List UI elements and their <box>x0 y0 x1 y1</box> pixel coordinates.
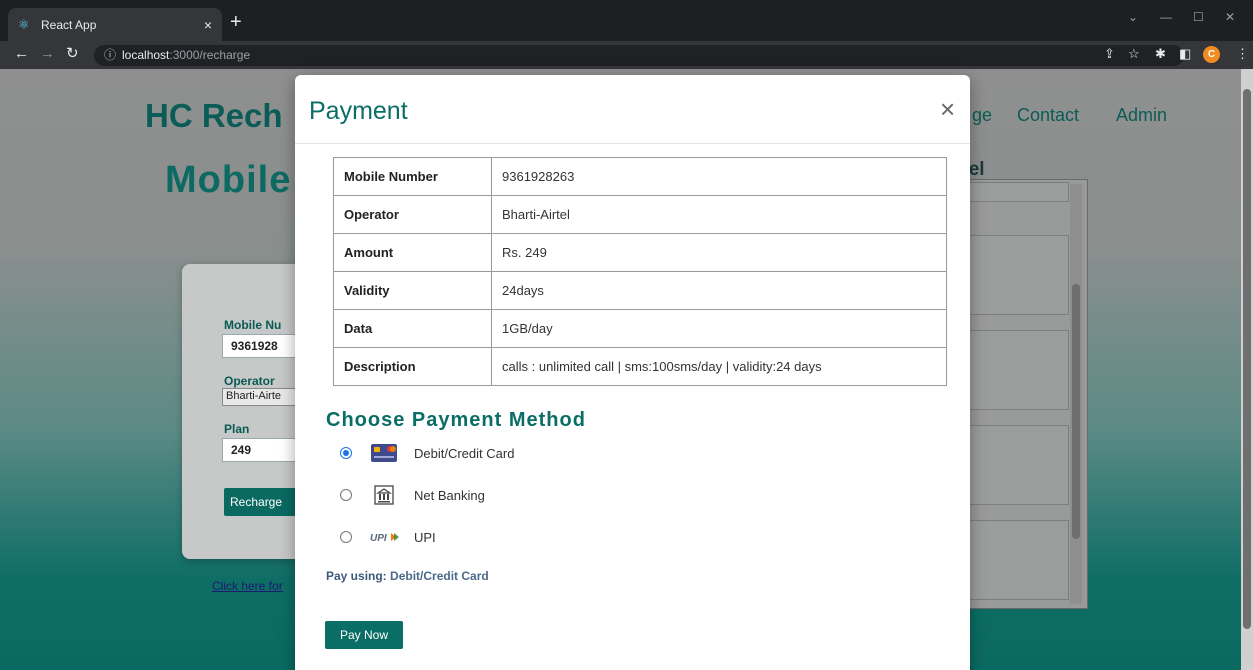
forward-icon[interactable]: → <box>40 46 55 62</box>
bank-icon <box>366 484 402 506</box>
site-info-icon[interactable]: ⓘ <box>104 48 116 62</box>
side-panel-icon[interactable]: ◧ <box>1179 46 1191 62</box>
payment-modal: Payment × Mobile Number 9361928263 Opera… <box>295 75 970 670</box>
detail-key: Description <box>333 347 492 386</box>
minimize-icon[interactable]: — <box>1160 10 1172 24</box>
plans-scrollbar-thumb[interactable] <box>1072 284 1080 539</box>
nav-admin[interactable]: Admin <box>1116 105 1167 126</box>
detail-value: 9361928263 <box>491 157 947 196</box>
payment-option-label: UPI <box>414 529 436 545</box>
tab-search-icon[interactable]: ⌄ <box>1128 10 1138 24</box>
page-scrollbar-thumb[interactable] <box>1243 89 1251 629</box>
list-item[interactable] <box>969 182 1069 202</box>
netbanking-radio[interactable] <box>340 489 352 501</box>
detail-value: Bharti-Airtel <box>491 195 947 234</box>
credit-card-icon <box>366 442 402 464</box>
plan-label: Plan <box>224 422 250 436</box>
extensions-icon[interactable]: ✱ <box>1155 46 1166 62</box>
list-item[interactable] <box>969 330 1069 410</box>
close-icon[interactable]: × <box>940 96 955 122</box>
share-icon[interactable]: ⇪ <box>1104 46 1115 62</box>
pay-now-button[interactable]: Pay Now <box>325 621 403 649</box>
payment-option-upi[interactable]: UPI UPI <box>340 525 436 549</box>
list-item[interactable] <box>969 520 1069 600</box>
react-favicon-icon: ⚛ <box>18 16 30 32</box>
payment-option-netbanking[interactable]: Net Banking <box>340 483 485 507</box>
table-row: Mobile Number 9361928263 <box>333 157 947 196</box>
detail-key: Amount <box>333 233 492 272</box>
operator-label: Operator <box>224 374 275 388</box>
back-icon[interactable]: ← <box>14 46 29 62</box>
payment-option-card[interactable]: Debit/Credit Card <box>340 441 514 465</box>
plans-list <box>958 179 1088 609</box>
table-row: Amount Rs. 249 <box>333 233 947 272</box>
profile-avatar[interactable]: C <box>1203 46 1220 63</box>
window-close-icon[interactable]: ✕ <box>1225 10 1235 24</box>
menu-icon[interactable]: ⋮ <box>1236 46 1249 62</box>
detail-key: Operator <box>333 195 492 234</box>
pay-using-label: Pay using: <box>326 569 387 583</box>
new-tab-button[interactable]: + <box>230 12 242 32</box>
mobile-label: Mobile Nu <box>224 318 282 332</box>
tab-title: React App <box>41 17 97 32</box>
payment-method-heading: Choose Payment Method <box>326 409 586 431</box>
pay-using-summary: Pay using: Debit/Credit Card <box>326 569 489 583</box>
table-row: Validity 24days <box>333 271 947 310</box>
bookmark-star-icon[interactable]: ☆ <box>1128 46 1140 62</box>
modal-header: Payment × <box>295 75 970 144</box>
click-here-link[interactable]: Click here for <box>212 579 283 593</box>
address-toolbar: ← → ↻ ⓘ localhost:3000/recharge ⇪ ☆ ✱ ◧ C… <box>0 41 1253 69</box>
detail-value: 24days <box>491 271 947 310</box>
detail-value: Rs. 249 <box>491 233 947 272</box>
detail-key: Data <box>333 309 492 348</box>
nav-contact[interactable]: Contact <box>1017 105 1079 126</box>
table-row: Operator Bharti-Airtel <box>333 195 947 234</box>
detail-value: 1GB/day <box>491 309 947 348</box>
page-heading: Mobile <box>165 159 292 201</box>
url-host: localhost <box>122 48 170 62</box>
payment-option-label: Debit/Credit Card <box>414 445 515 461</box>
payment-option-label: Net Banking <box>414 487 485 503</box>
table-row: Data 1GB/day <box>333 309 947 348</box>
brand-title: HC Rech <box>145 97 283 134</box>
tab-close-icon[interactable]: × <box>204 17 212 33</box>
modal-title: Payment <box>309 97 408 125</box>
nav-item-partial[interactable]: ge <box>972 105 992 126</box>
detail-value: calls : unlimited call | sms:100sms/day … <box>491 347 947 386</box>
browser-tab[interactable]: ⚛ React App × <box>8 8 222 41</box>
url-bar[interactable]: ⓘ localhost:3000/recharge <box>94 45 1184 66</box>
maximize-icon[interactable]: ☐ <box>1193 10 1204 24</box>
detail-key: Validity <box>333 271 492 310</box>
reload-icon[interactable]: ↻ <box>66 46 79 62</box>
list-item[interactable] <box>969 235 1069 315</box>
svg-text:UPI: UPI <box>370 533 387 544</box>
list-item[interactable] <box>969 425 1069 505</box>
recharge-details-table: Mobile Number 9361928263 Operator Bharti… <box>333 157 947 386</box>
browser-tab-bar: ⚛ React App × + ⌄ — ☐ ✕ <box>0 0 1253 41</box>
upi-radio[interactable] <box>340 531 352 543</box>
table-row: Description calls : unlimited call | sms… <box>333 347 947 386</box>
url-path: :3000/recharge <box>169 48 251 62</box>
pay-using-value: Debit/Credit Card <box>390 569 489 583</box>
detail-key: Mobile Number <box>333 157 492 196</box>
card-radio[interactable] <box>340 447 352 459</box>
upi-icon: UPI <box>366 526 402 548</box>
